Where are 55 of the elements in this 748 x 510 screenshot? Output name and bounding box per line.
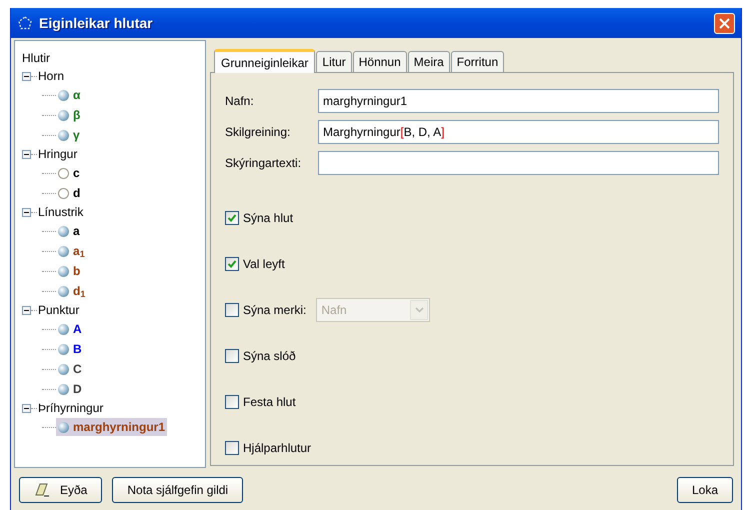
checkbox-label: Festa hlut: [243, 394, 296, 411]
checkbox-label: Sýna slóð: [243, 348, 296, 365]
tree-group[interactable]: Línustrik: [38, 203, 84, 221]
tree-item[interactable]: d: [56, 184, 82, 202]
checkbox-label: Sýna hlut: [243, 210, 294, 227]
tab[interactable]: Hönnun: [352, 51, 407, 72]
close-button[interactable]: [714, 12, 735, 34]
tree-item[interactable]: b: [56, 262, 82, 280]
tree-group[interactable]: Þríhyrningur: [38, 399, 104, 417]
tree-item[interactable]: B: [56, 340, 84, 358]
tree-item[interactable]: C: [56, 360, 84, 378]
tree-item[interactable]: γ: [56, 126, 82, 144]
field-label: Nafn:: [225, 93, 255, 110]
checkbox-label: Hjálparhlutur: [243, 440, 312, 457]
tree-root[interactable]: Hlutir: [22, 49, 205, 67]
tree-item[interactable]: a: [56, 222, 82, 240]
collapse-toggle[interactable]: [22, 150, 31, 158]
field-label: Skýringartexti:: [225, 155, 302, 172]
checkbox[interactable]: [225, 257, 239, 271]
tree-item[interactable]: c: [56, 164, 82, 182]
collapse-toggle[interactable]: [22, 208, 31, 216]
tree-item[interactable]: α: [56, 86, 82, 104]
tree-item[interactable]: d$_{1}$: [56, 282, 88, 300]
checkbox[interactable]: [225, 211, 239, 225]
pentagon-icon: [17, 15, 33, 31]
checkbox[interactable]: [225, 395, 239, 409]
checkbox[interactable]: [225, 441, 239, 455]
tab[interactable]: Meira: [408, 51, 450, 72]
checkbox-label: Sýna merki:: [243, 302, 306, 319]
checkbox-label: Val leyft: [243, 256, 285, 273]
tab[interactable]: Forritun: [450, 51, 504, 72]
tab[interactable]: Grunneiginleikar: [214, 49, 316, 73]
delete-button[interactable]: Eyða: [19, 477, 102, 503]
tree-item[interactable]: marghyrningur1: [56, 418, 168, 436]
tree-item[interactable]: A: [56, 320, 84, 338]
close-icon: [719, 18, 730, 28]
tree-item[interactable]: D: [56, 380, 84, 398]
checkbox[interactable]: [225, 303, 239, 317]
collapse-toggle[interactable]: [22, 404, 31, 412]
tree-item[interactable]: β: [56, 106, 82, 124]
tree-item[interactable]: a$_{1}$: [56, 242, 87, 260]
checkbox[interactable]: [225, 349, 239, 363]
collapse-toggle[interactable]: [22, 72, 31, 80]
text-field[interactable]: Marghyrningur[B, D, A]: [318, 120, 719, 144]
tab[interactable]: Litur: [316, 51, 352, 72]
window-title: Eiginleikar hlutar: [39, 14, 153, 33]
button[interactable]: Loka: [676, 477, 733, 503]
tree-group[interactable]: Hringur: [38, 145, 78, 163]
text-field[interactable]: [318, 151, 719, 175]
tree-group[interactable]: Punktur: [38, 301, 80, 319]
button[interactable]: Nota sjálfgefin gildi: [112, 477, 244, 503]
text-field[interactable]: marghyrningur1: [318, 89, 719, 113]
field-label: Skilgreining:: [225, 124, 292, 141]
collapse-toggle[interactable]: [22, 306, 31, 314]
tree-group[interactable]: Horn: [38, 67, 64, 85]
